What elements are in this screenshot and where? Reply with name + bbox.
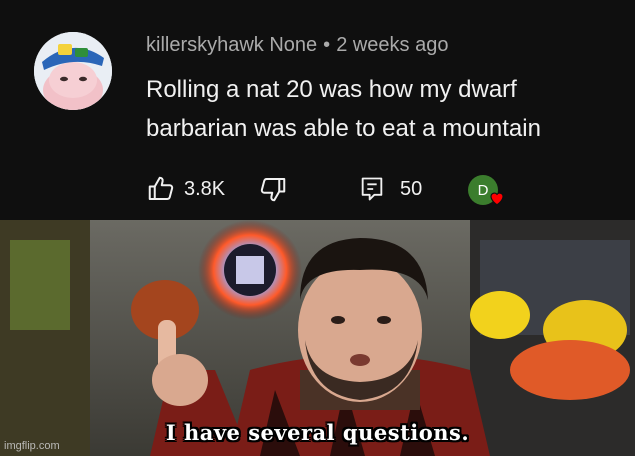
creator-heart-badge: D xyxy=(468,175,504,207)
dislike-button[interactable] xyxy=(258,172,288,206)
reply-count: 50 xyxy=(400,177,423,200)
heart-icon xyxy=(488,189,506,207)
comment-card: killerskyhawk None • 2 weeks ago Rolling a… xyxy=(0,0,635,220)
comment-timestamp[interactable]: 2 weeks ago xyxy=(336,34,448,56)
reply-button[interactable]: 50 xyxy=(358,172,422,206)
comment-actions: 3.8K 50 D xyxy=(146,172,616,206)
comment-meta: killerskyhawk None • 2 weeks ago xyxy=(146,34,448,57)
author-avatar[interactable] xyxy=(34,32,112,110)
imgflip-watermark: imgflip.com xyxy=(4,440,60,452)
comment-text: Rolling a nat 20 was how my dwarf barbar… xyxy=(146,76,541,142)
thumbs-up-icon xyxy=(146,174,176,204)
meme-image: I have several questions. imgflip.com xyxy=(0,220,635,456)
meme-caption: I have several questions. xyxy=(165,420,470,445)
thumbs-down-icon xyxy=(258,174,288,204)
author-name[interactable]: killerskyhawk None xyxy=(146,34,317,56)
meta-separator: • xyxy=(323,34,331,56)
like-count: 3.8K xyxy=(184,177,226,200)
comment-icon xyxy=(358,175,386,203)
like-button[interactable]: 3.8K xyxy=(146,172,225,206)
